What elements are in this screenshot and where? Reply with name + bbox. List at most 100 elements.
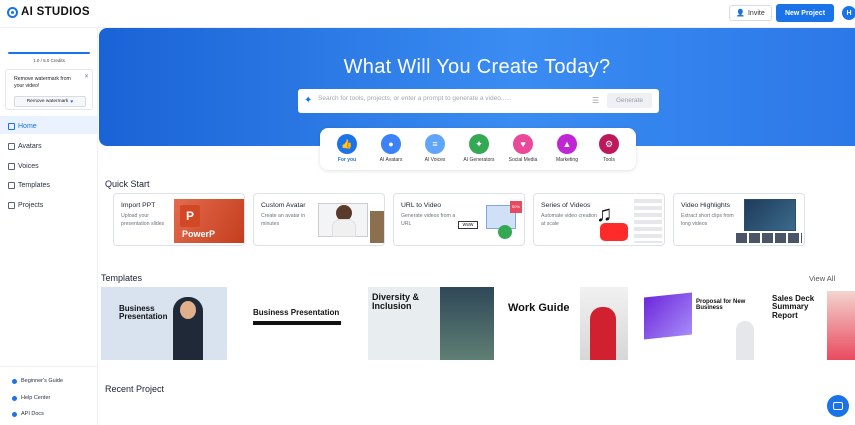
video-list: [634, 199, 662, 243]
card-desc: Automate video creation at scale: [541, 213, 597, 227]
project-icon: [8, 202, 15, 209]
footer-label: Beginner's Guide: [21, 378, 64, 384]
sidebar-item-voices[interactable]: Voices: [8, 163, 39, 170]
quick-start-import-ppt[interactable]: Import PPT Upload your presentation slid…: [113, 193, 245, 246]
template-card[interactable]: Business Presentation: [101, 287, 227, 360]
docs-icon: [12, 411, 17, 417]
template-title: Diversity & Inclusion: [372, 292, 420, 312]
card-title: URL to Video: [401, 202, 442, 209]
logo[interactable]: AI STUDIOS: [7, 6, 90, 18]
card-title: Series of Videos: [541, 202, 591, 209]
card-desc: Create an avatar in minutes: [261, 213, 306, 227]
recent-project-title: Recent Project: [105, 384, 165, 394]
quick-start-url-to-video[interactable]: URL to Video Generate videos from a URL …: [393, 193, 525, 246]
tab-marketing[interactable]: ▲ Marketing: [546, 134, 588, 163]
help-icon: [12, 395, 17, 401]
sidebar-item-projects[interactable]: Projects: [8, 202, 43, 209]
tab-tools[interactable]: ⚙ Tools: [588, 134, 630, 163]
footer-label: Help Center: [21, 395, 51, 401]
tab-label: For you: [337, 157, 357, 163]
search-input[interactable]: [318, 95, 588, 102]
person-body: [332, 219, 356, 237]
credits-text: 1.0 / 5.0 Credits: [33, 58, 65, 63]
template-photo: [440, 287, 494, 360]
tab-label: Marketing: [556, 157, 578, 163]
sidebar: 1.0 / 5.0 Credits Remove watermark from …: [0, 28, 98, 425]
logo-text: AI STUDIOS: [21, 6, 90, 18]
home-icon: [8, 123, 15, 130]
tab-for-you[interactable]: 👍 For you: [326, 134, 368, 163]
quick-start-series-of-videos[interactable]: Series of Videos Automate video creation…: [533, 193, 665, 246]
logo-icon: [7, 6, 18, 18]
sidebar-item-avatars[interactable]: Avatars: [8, 143, 42, 150]
tab-label: AI Avatars: [379, 157, 403, 163]
templates-title: Templates: [101, 273, 143, 283]
green-circle-icon: [498, 225, 512, 239]
template-graphic: [644, 292, 692, 340]
clip-strip: [736, 233, 802, 243]
new-project-button[interactable]: New Project: [776, 4, 834, 22]
waveform-icon: ≡: [425, 134, 445, 154]
image-gen-icon: ✦: [469, 134, 489, 154]
tab-label: AI Voices: [424, 157, 446, 163]
search-box: ✦ ☰ Generate: [298, 89, 659, 113]
template-card[interactable]: Work Guide: [502, 287, 628, 360]
tab-ai-voices[interactable]: ≡ AI Voices: [414, 134, 456, 163]
template-icon: [8, 182, 15, 189]
avatar-thumbnail: [314, 199, 384, 243]
highlights-thumbnail: [734, 199, 804, 243]
generate-button[interactable]: Generate: [607, 93, 652, 108]
template-card[interactable]: Proposal for New Business: [640, 287, 766, 360]
presenter-head: [180, 301, 196, 319]
chat-icon: [833, 402, 843, 410]
sidebar-item-label: Voices: [18, 163, 39, 170]
remove-watermark-button[interactable]: Remove watermark ♥: [14, 96, 86, 107]
tab-ai-avatars[interactable]: ● AI Avatars: [370, 134, 412, 163]
chat-button[interactable]: [827, 395, 849, 417]
watermark-text: Remove watermark from your video!: [14, 76, 71, 89]
watermark-card: Remove watermark from your video! ✕ Remo…: [5, 69, 93, 110]
avatar-icon: [8, 143, 15, 150]
ppt-thumbnail: P PowerP: [174, 199, 244, 243]
heart-icon: ♥: [513, 134, 533, 154]
chart-icon: ▲: [557, 134, 577, 154]
sidebar-item-label: Home: [18, 123, 37, 130]
quick-start-video-highlights[interactable]: Video Highlights Extract short clips fro…: [673, 193, 805, 246]
badge-icon: 50%: [510, 201, 522, 213]
thumbs-up-icon: 👍: [337, 134, 357, 154]
guide-icon: [12, 378, 17, 384]
sidebar-item-templates[interactable]: Templates: [8, 182, 50, 189]
sidebar-item-label: Projects: [18, 202, 44, 209]
person-icon: ●: [381, 134, 401, 154]
sidebar-item-home[interactable]: Home: [8, 123, 37, 130]
sidebar-divider: [0, 366, 98, 367]
template-card[interactable]: Diversity & Inclusion: [368, 287, 494, 360]
beginners-guide-link[interactable]: Beginner's Guide: [12, 378, 63, 384]
card-desc: Extract short clips from long videos: [681, 213, 734, 227]
avatar[interactable]: H: [842, 6, 855, 20]
sidebar-item-label: Templates: [18, 182, 50, 189]
diamond-icon: ♥: [70, 98, 74, 105]
template-title: Business Presentation: [253, 308, 340, 317]
template-card[interactable]: Business Presentation: [235, 287, 361, 360]
voice-icon: [8, 163, 15, 170]
credits-progress: [8, 52, 90, 54]
sidebar-item-label: Avatars: [18, 143, 42, 150]
view-all-link[interactable]: View All: [809, 274, 835, 283]
invite-button[interactable]: 👤 Invite: [729, 5, 772, 21]
series-thumbnail: ♫: [594, 199, 664, 243]
sliders-icon[interactable]: ☰: [592, 96, 599, 105]
card-title: Custom Avatar: [261, 202, 306, 209]
api-docs-link[interactable]: API Docs: [12, 411, 44, 417]
presenter-figure: [736, 321, 754, 360]
card-title: Video Highlights: [681, 202, 730, 209]
template-title: Sales Deck Summary Report: [772, 294, 815, 320]
quick-start-custom-avatar[interactable]: Custom Avatar Create an avatar in minute…: [253, 193, 385, 246]
tab-social-media[interactable]: ♥ Social Media: [502, 134, 544, 163]
help-center-link[interactable]: Help Center: [12, 395, 50, 401]
close-icon[interactable]: ✕: [84, 73, 89, 80]
template-title: Work Guide: [508, 302, 570, 314]
tab-ai-generators[interactable]: ✦ AI Generators: [458, 134, 500, 163]
template-title: Proposal for New Business: [696, 299, 746, 312]
template-card[interactable]: Sales Deck Summary Report: [769, 287, 855, 360]
